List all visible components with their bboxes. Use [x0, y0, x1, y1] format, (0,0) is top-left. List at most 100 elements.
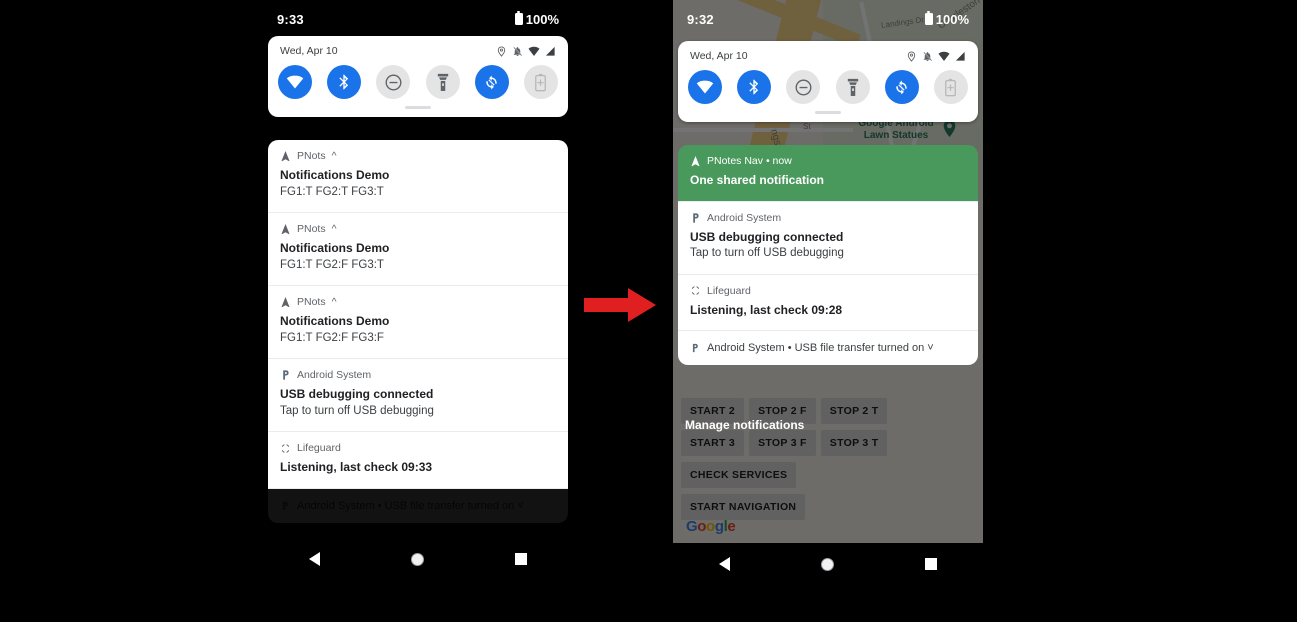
recents-square-icon[interactable] — [925, 558, 938, 570]
right-arrow-annotation — [584, 288, 658, 322]
right-status-bar: 9:32 100% — [673, 0, 983, 38]
signal-bars-icon — [545, 46, 555, 56]
signal-bars-icon — [955, 51, 965, 61]
notification-app-name: Android System — [297, 369, 372, 382]
home-circle-icon[interactable] — [410, 552, 424, 566]
expand-chevron-icon[interactable]: ^ — [332, 150, 337, 162]
notification-title: Notifications Demo — [280, 168, 390, 182]
qs-status-icons — [496, 45, 556, 57]
screenshot-stage: 9:33 100% Wed, Apr 10 PNots ^ Notificati… — [0, 0, 1297, 622]
battery-full-icon — [924, 11, 933, 25]
notification-header: Android System — [678, 202, 978, 224]
android-system-p-icon — [693, 213, 699, 223]
qs-date-label: Wed, Apr 10 — [690, 50, 748, 62]
status-clock: 9:33 — [277, 11, 304, 27]
back-triangle-icon[interactable] — [308, 552, 320, 566]
right-nav-bar — [673, 543, 983, 585]
lifeguard-ring-icon — [691, 286, 700, 295]
notification-body: Listening, last check 09:33 — [268, 454, 568, 488]
summary-icon-holder — [280, 500, 290, 512]
wifi-icon — [938, 51, 950, 61]
notification-title: Notifications Demo — [280, 241, 390, 256]
home-circle-icon[interactable] — [820, 557, 834, 571]
flashlight-tile[interactable] — [425, 65, 460, 99]
notification-app-name: PNots — [297, 150, 326, 162]
notification-item[interactable]: Lifeguard Listening, last check 09:28 — [678, 274, 978, 331]
notification-title: Listening, last check 09:33 — [280, 460, 433, 475]
battery-saver-tile[interactable] — [523, 65, 558, 99]
right-phone-frame: Landings Dr Charleston St ngstorff Googl… — [673, 0, 983, 585]
notification-summary-row[interactable]: Android System • USB file transfer turne… — [268, 489, 568, 524]
navigation-arrow-icon — [281, 224, 290, 235]
qs-drag-handle[interactable] — [405, 106, 431, 109]
qs-tile-row — [268, 60, 568, 102]
notification-item[interactable]: PNotes Nav • now One shared notification — [678, 145, 978, 201]
notification-app-name: Lifeguard — [707, 284, 751, 297]
notification-header: Lifeguard — [268, 432, 568, 454]
recents-square-icon[interactable] — [515, 553, 528, 565]
bluetooth-tile[interactable] — [737, 70, 772, 104]
status-right-cluster: 100% — [514, 11, 559, 27]
notification-text: Tap to turn off USB debugging — [280, 404, 434, 417]
do-not-disturb-tile[interactable] — [786, 70, 821, 104]
manage-notifications-button[interactable]: Manage notifications — [685, 418, 804, 432]
auto-rotate-tile[interactable] — [474, 65, 509, 99]
notification-body: One shared notification — [678, 167, 978, 201]
flashlight-tile[interactable] — [835, 70, 870, 104]
notification-text: FG1:T FG2:T FG3:T — [280, 185, 384, 198]
status-right-cluster: 100% — [924, 11, 969, 27]
right-quick-settings-card[interactable]: Wed, Apr 10 — [678, 41, 978, 122]
do-not-disturb-tile[interactable] — [376, 65, 411, 99]
vibrate-off-icon — [513, 46, 523, 56]
wifi-tile[interactable] — [688, 70, 722, 104]
expand-chevron-icon[interactable]: ^ — [332, 223, 337, 235]
vibrate-off-icon — [923, 51, 933, 61]
wifi-icon — [528, 46, 540, 56]
left-notification-stack: PNots ^ Notifications Demo FG1:T FG2:T FG3… — [268, 140, 568, 524]
qs-header: Wed, Apr 10 — [268, 36, 568, 60]
notification-item[interactable]: PNots ^ Notifications Demo FG1:T FG2:F FG3… — [268, 286, 568, 359]
wifi-tile[interactable] — [278, 65, 312, 99]
notification-body: USB debugging connected Tap to turn off U… — [678, 224, 978, 274]
right-phone-screen: Landings Dr Charleston St ngstorff Googl… — [673, 0, 983, 585]
left-nav-bar — [263, 538, 573, 580]
notification-app-name: Android System — [707, 211, 782, 224]
back-triangle-icon[interactable] — [718, 557, 730, 571]
expand-chevron-icon[interactable]: ^ — [332, 296, 337, 308]
notification-header: PNots ^ — [268, 286, 568, 308]
notification-body: Notifications Demo FG1:T FG2:F FG3:T — [268, 235, 568, 285]
auto-rotate-tile[interactable] — [884, 70, 919, 104]
navigation-arrow-icon — [281, 297, 290, 308]
left-phone-screen: 9:33 100% Wed, Apr 10 PNots ^ Notificati… — [263, 0, 573, 580]
notification-text: Tap to turn off USB debugging — [690, 247, 844, 260]
qs-header: Wed, Apr 10 — [678, 41, 978, 65]
notification-item[interactable]: Lifeguard Listening, last check 09:33 — [268, 432, 568, 489]
notification-header: Lifeguard — [678, 275, 978, 297]
notification-item[interactable]: PNots ^ Notifications Demo FG1:T FG2:T FG3… — [268, 140, 568, 213]
notification-app-name: Lifeguard — [297, 442, 341, 455]
qs-status-icons — [906, 50, 966, 62]
notification-text: FG1:T FG2:F FG3:F — [280, 331, 384, 344]
notification-header: Android System — [268, 359, 568, 381]
arrow-shaft — [584, 298, 630, 312]
summary-text: Android System • USB file transfer turne… — [297, 500, 524, 513]
qs-drag-handle[interactable] — [815, 111, 841, 114]
notification-item[interactable]: Android System USB debugging connected Ta… — [678, 201, 978, 274]
notification-item[interactable]: Android System USB debugging connected Ta… — [268, 359, 568, 432]
lifeguard-ring-icon — [281, 444, 290, 453]
notification-body: Notifications Demo FG1:T FG2:F FG3:F — [268, 308, 568, 358]
bluetooth-tile[interactable] — [327, 65, 362, 99]
navigation-arrow-icon — [281, 150, 290, 162]
battery-saver-tile[interactable] — [933, 70, 968, 104]
notification-header: PNots ^ — [268, 213, 568, 235]
battery-full-icon — [514, 11, 523, 25]
status-clock: 9:32 — [687, 11, 714, 27]
left-quick-settings-card[interactable]: Wed, Apr 10 — [268, 36, 568, 117]
notification-summary-row[interactable]: Android System • USB file transfer turne… — [678, 331, 978, 366]
notification-text: FG1:T FG2:F FG3:T — [280, 258, 384, 271]
android-system-p-icon — [283, 370, 289, 380]
notification-title: Listening, last check 09:28 — [690, 302, 843, 317]
notification-item[interactable]: PNots ^ Notifications Demo FG1:T FG2:F FG3… — [268, 213, 568, 286]
notification-app-name: PNotes Nav • now — [707, 155, 792, 167]
notification-title: USB debugging connected — [280, 387, 434, 402]
